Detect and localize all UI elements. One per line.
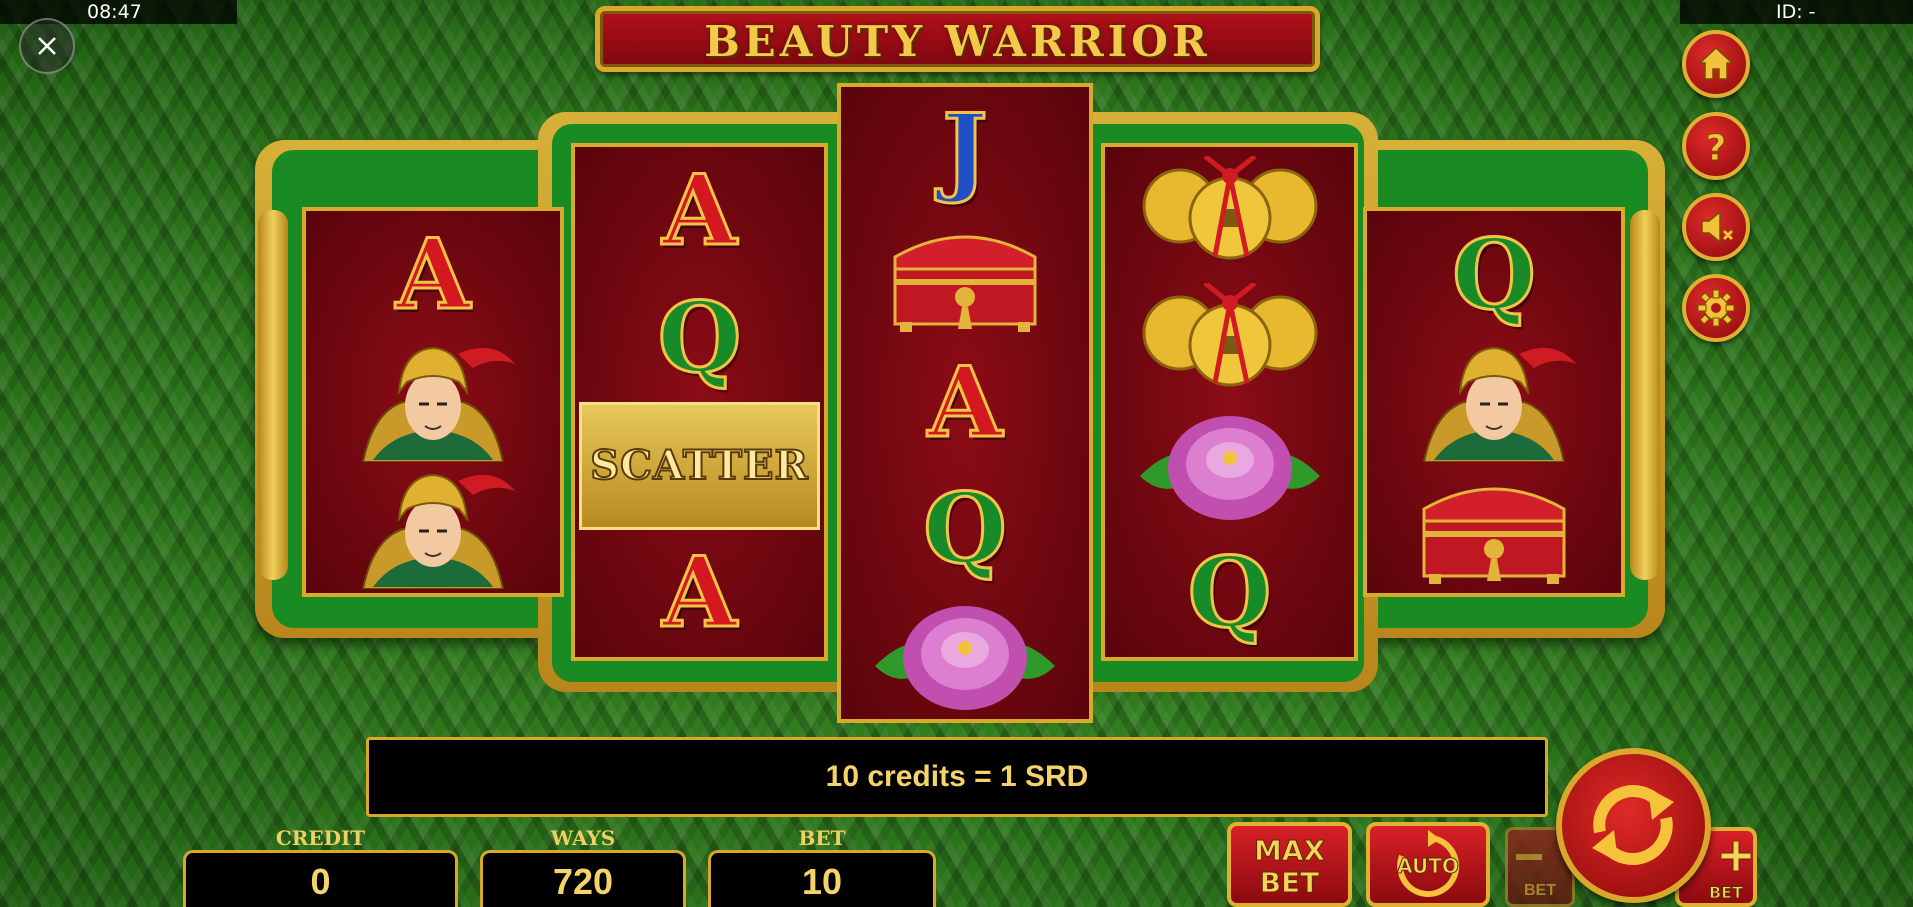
reel-3: J AQ	[837, 83, 1093, 723]
symbol-letter-a: A	[306, 211, 560, 338]
symbol-letter-text: A	[661, 536, 739, 650]
symbol-warrior-icon	[1367, 338, 1621, 465]
symbol-letter-a: A	[575, 530, 824, 658]
symbol-letter-text: Q	[1186, 536, 1273, 650]
symbol-peony-flower-icon	[841, 593, 1089, 719]
symbol-warrior-icon	[306, 338, 560, 465]
gear-icon	[1697, 289, 1735, 327]
max-bet-label-bottom: BET	[1259, 866, 1320, 900]
symbol-letter-j: J	[841, 87, 1089, 213]
auto-label: AUTO	[1397, 854, 1460, 879]
sound-muted-icon	[1701, 210, 1734, 244]
symbol-gold-coins-icon	[1105, 147, 1354, 275]
info-message: 10 credits = 1 SRD	[825, 760, 1089, 793]
plus-icon	[1721, 841, 1751, 871]
symbol-letter-q: Q	[1367, 211, 1621, 338]
bet-display: 10	[708, 850, 936, 907]
max-bet-button[interactable]: MAX BET	[1227, 822, 1352, 907]
help-button[interactable]: ?	[1682, 112, 1750, 180]
reel-2: A Q SCATTER A	[571, 143, 828, 661]
ways-value: 720	[552, 861, 614, 902]
symbol-scatter: SCATTER	[575, 402, 824, 530]
home-button[interactable]	[1682, 30, 1750, 98]
bet-label: BET	[798, 826, 846, 850]
scatter-plaque: SCATTER	[579, 402, 820, 530]
symbol-treasure-chest-icon	[841, 213, 1089, 339]
minus-icon	[1516, 854, 1542, 860]
bet-plus-label: BET	[1708, 883, 1744, 903]
bet-value: 10	[801, 861, 843, 902]
symbol-letter-q: Q	[1105, 530, 1354, 658]
frame-scroll-left	[258, 210, 288, 580]
symbol-peony-flower-icon	[1105, 402, 1354, 530]
symbol-letter-text: A	[926, 345, 1004, 459]
symbol-letter-a: A	[575, 147, 824, 275]
symbol-letter-q: Q	[575, 275, 824, 403]
reel-1: A	[302, 207, 564, 597]
close-icon	[38, 37, 56, 55]
status-bar-right: ID: -	[1680, 0, 1913, 24]
reel-5: Q	[1363, 207, 1625, 597]
spin-arrows-icon	[1592, 785, 1674, 865]
credit-value: 0	[310, 861, 331, 902]
symbol-letter-text: A	[661, 153, 739, 267]
credit-label: CREDIT	[275, 826, 366, 850]
frame-scroll-right	[1630, 210, 1660, 580]
credit-display: 0	[183, 850, 458, 907]
symbol-treasure-chest-icon	[1367, 466, 1621, 593]
symbol-letter-text: A	[394, 217, 472, 331]
symbol-letter-text: Q	[922, 472, 1009, 586]
home-icon	[1698, 46, 1734, 80]
symbol-warrior-icon	[306, 466, 560, 593]
close-button[interactable]	[19, 18, 75, 74]
reel-4: Q	[1101, 143, 1358, 661]
symbol-letter-text: Q	[656, 281, 743, 395]
info-message-bar: 10 credits = 1 SRD	[366, 737, 1548, 817]
auto-spin-button[interactable]: AUTO	[1366, 822, 1490, 907]
bet-minus-label: BET	[1524, 882, 1556, 899]
spin-button[interactable]	[1556, 748, 1711, 903]
symbol-gold-coins-icon	[1105, 275, 1354, 403]
ways-label: WAYS	[550, 826, 616, 850]
game-title: BEAUTY WARRIOR	[704, 17, 1211, 66]
max-bet-label-top: MAX	[1253, 834, 1326, 868]
symbol-letter-a: A	[841, 340, 1089, 466]
help-icon: ?	[1705, 128, 1727, 167]
session-id: ID: -	[1776, 1, 1816, 23]
sound-button[interactable]	[1682, 193, 1750, 261]
symbol-letter-q: Q	[841, 466, 1089, 592]
clock: 08:47	[87, 1, 142, 23]
svg-text:?: ?	[1706, 128, 1727, 166]
game-title-banner: BEAUTY WARRIOR	[595, 6, 1320, 72]
settings-button[interactable]	[1682, 274, 1750, 342]
ways-display: 720	[480, 850, 686, 907]
symbol-letter-text: J	[941, 93, 989, 207]
scatter-label: SCATTER	[589, 441, 809, 490]
symbol-letter-text: Q	[1451, 217, 1538, 331]
